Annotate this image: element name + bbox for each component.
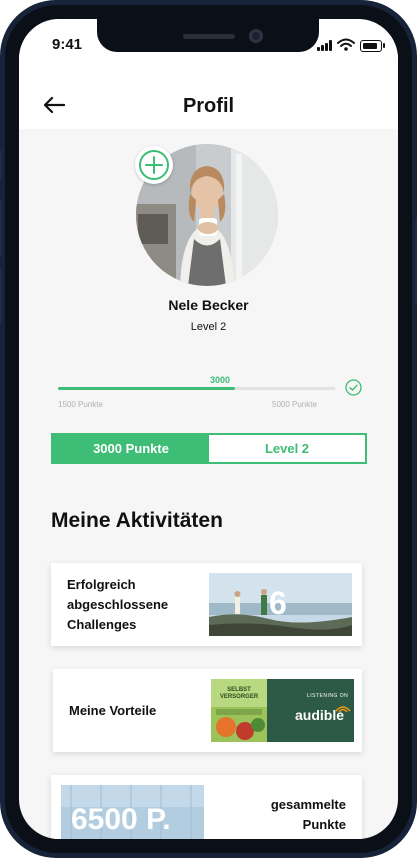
book-title-line: VERSORGER [219,694,259,700]
wifi-icon [337,38,355,51]
section-title-activities: Meine Aktivitäten [51,509,223,532]
notch [97,19,319,52]
challenges-image: 6 [209,573,352,636]
card-challenges[interactable]: Erfolgreich abgeschlossene Challenges 6 [51,563,362,646]
card-points[interactable]: 6500 P. gesammelte Punkte [51,775,362,839]
phone-frame: 9:41 Profil Nele Becker Level 2 3000 150… [0,0,417,858]
volume-down-button [0,268,2,324]
tab-points[interactable]: 3000 Punkte [53,435,209,462]
card-points-label: gesammelte Punkte [221,795,346,835]
speaker [183,34,235,39]
header: Profil [19,69,398,129]
profile-level: Level 2 [190,321,227,333]
tab-level[interactable]: Level 2 [209,435,365,462]
card-label-line: Punkte [302,817,346,832]
card-label-line: abgeschlossene [67,597,169,612]
card-challenges-label: Erfolgreich abgeschlossene Challenges [67,575,168,635]
check-circle-icon [345,379,362,396]
book-title: SELBST VERSORGER [217,687,261,701]
plus-circle-icon[interactable] [135,146,173,184]
battery-tip [383,43,385,48]
card-label-line: Erfolgreich [67,577,136,592]
card-benefits-label: Meine Vorteile [69,703,157,718]
progress-max-label: 5000 Punkte [272,400,317,409]
points-level-toggle: 3000 Punkte Level 2 [51,433,367,464]
card-benefits[interactable]: Meine Vorteile SELBST VERSORGER LISTENIN… [53,669,362,752]
challenges-count-badge: 6 [269,585,287,621]
camera [249,29,263,43]
volume-up-button [0,200,2,256]
page-title: Profil [182,95,235,117]
cellular-signal-icon [317,40,333,51]
side-button [0,150,2,180]
battery-icon [360,40,382,52]
progress-bar-fill [58,387,236,390]
points-image: 6500 P. [61,785,204,839]
profile-name: Nele Becker [168,297,249,313]
progress-bar [58,387,335,390]
progress-current-value: 3000 [210,375,231,385]
screen: 9:41 Profil Nele Becker Level 2 3000 150… [19,19,398,839]
card-label-line: gesammelte [270,797,346,812]
status-time: 9:41 [52,36,83,53]
card-label-line: Challenges [67,617,137,632]
points-total-badge: 6500 P. [71,803,171,836]
audible-caption: LISTENING ON [307,693,349,699]
benefits-image: SELBST VERSORGER LISTENING ON audible [211,679,354,742]
book-title-line: SELBST [227,687,251,693]
audible-wave-icon [335,706,351,713]
progress-min-label: 1500 Punkte [58,400,103,409]
